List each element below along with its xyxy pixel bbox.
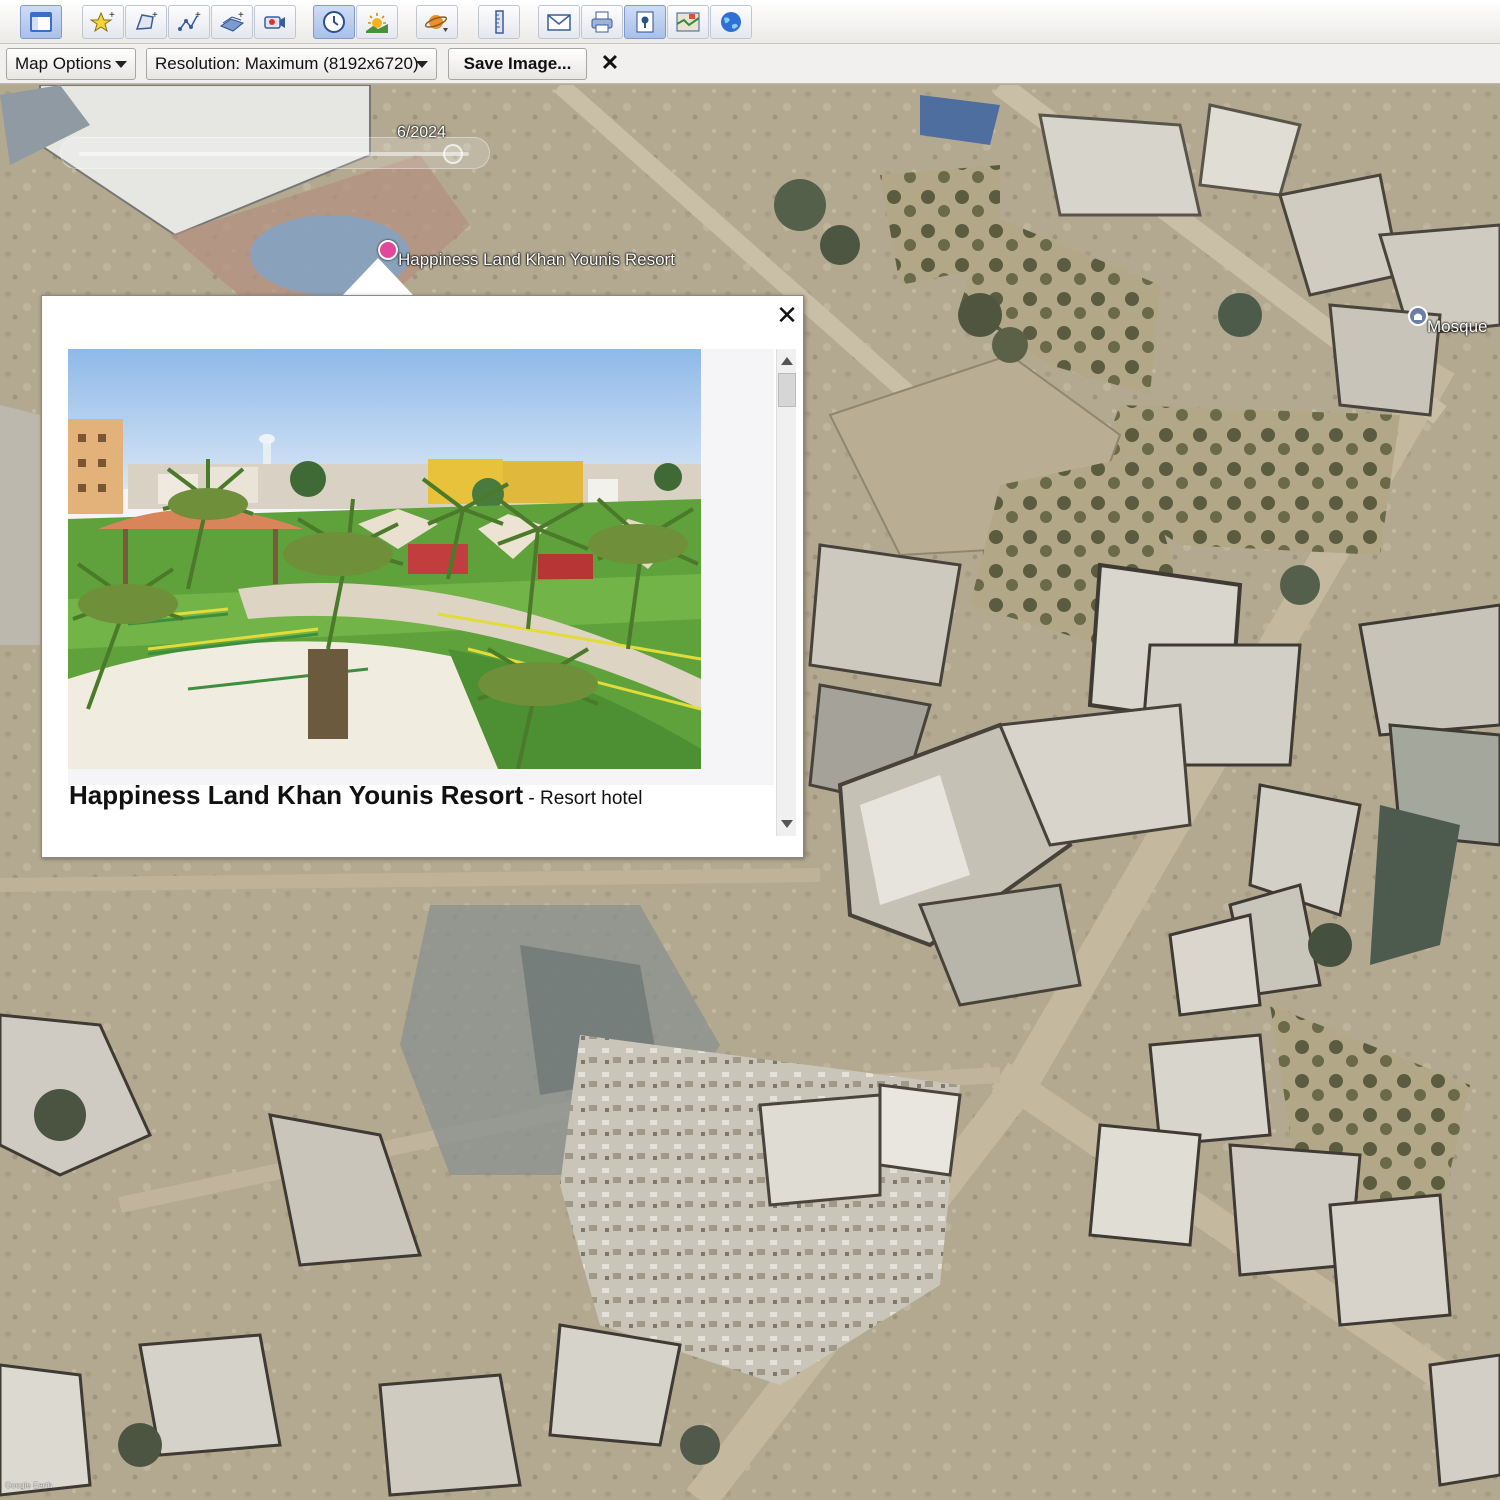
resolution-label: Resolution: Maximum (8192x6720)	[155, 54, 419, 73]
resort-photo-image	[68, 349, 701, 769]
place-photo[interactable]	[68, 349, 701, 769]
resolution-dropdown[interactable]: Resolution: Maximum (8192x6720)	[146, 48, 437, 80]
planet-icon	[424, 15, 448, 32]
add-polygon-button[interactable]: +	[125, 5, 167, 39]
add-image-overlay-button[interactable]: +	[211, 5, 253, 39]
scroll-up-icon[interactable]	[781, 357, 793, 365]
record-tour-button[interactable]	[254, 5, 296, 39]
placemark-icon: +	[90, 10, 115, 33]
print-button[interactable]	[581, 5, 623, 39]
time-slider-date: 6/2024	[397, 124, 446, 141]
main-toolbar: + + + +	[0, 0, 1500, 44]
mosque-icon[interactable]	[1408, 306, 1428, 326]
placemark-label[interactable]: Happiness Land Khan Younis Resort	[398, 250, 675, 270]
svg-text:+: +	[238, 10, 244, 21]
place-title: Happiness Land Khan Younis Resort - Reso…	[69, 780, 642, 811]
map-options-label: Map Options	[15, 54, 112, 73]
globe-icon	[721, 12, 741, 32]
email-icon	[547, 14, 571, 31]
save-image-button[interactable]: Save Image...	[448, 48, 587, 80]
save-image-icon	[636, 11, 654, 33]
sun-icon	[366, 13, 388, 33]
path-icon: +	[178, 10, 201, 31]
svg-text:+: +	[195, 10, 201, 21]
map-copyright: Google Earth	[5, 1481, 53, 1490]
scrollbar-thumb[interactable]	[778, 373, 796, 407]
balloon-pointer	[342, 258, 414, 296]
add-placemark-button[interactable]: +	[82, 5, 124, 39]
balloon-content	[68, 349, 774, 785]
print-icon	[591, 11, 613, 33]
record-tour-icon	[264, 16, 285, 29]
close-icon[interactable]: ✕	[775, 302, 799, 328]
ruler-icon	[495, 10, 504, 34]
svg-text:+: +	[152, 10, 158, 21]
sidebar-toggle-button[interactable]	[20, 5, 62, 39]
sunlight-button[interactable]	[356, 5, 398, 39]
map-options-dropdown[interactable]: Map Options	[6, 48, 136, 80]
place-name: Happiness Land Khan Younis Resort	[69, 780, 524, 810]
chevron-down-icon	[115, 61, 127, 68]
historical-imagery-button[interactable]	[313, 5, 355, 39]
switch-planet-button[interactable]	[416, 5, 458, 39]
ruler-button[interactable]	[478, 5, 520, 39]
scroll-down-icon[interactable]	[781, 820, 793, 828]
earth-community-button[interactable]	[710, 5, 752, 39]
save-image-options-bar: Map Options Resolution: Maximum (8192x67…	[0, 44, 1500, 84]
balloon-scrollbar[interactable]	[776, 349, 796, 836]
clock-icon	[323, 11, 345, 33]
image-overlay-icon: +	[219, 10, 245, 32]
place-separator: -	[523, 788, 541, 809]
place-info-balloon: ✕ Happiness Land Khan Younis Resort - Re…	[41, 295, 804, 858]
place-type: Resort hotel	[540, 788, 643, 809]
email-button[interactable]	[538, 5, 580, 39]
maps-icon	[676, 12, 700, 32]
time-slider-thumb[interactable]	[443, 144, 463, 164]
close-options-icon[interactable]: ✕	[598, 50, 622, 76]
polygon-icon: +	[135, 10, 158, 30]
mosque-label[interactable]: Mosque	[1427, 317, 1487, 337]
svg-text:+: +	[109, 10, 115, 21]
sidebar-icon	[30, 12, 52, 32]
add-path-button[interactable]: +	[168, 5, 210, 39]
view-in-maps-button[interactable]	[667, 5, 709, 39]
placemark-pin-icon[interactable]	[378, 240, 398, 260]
time-slider-track	[79, 152, 469, 156]
chevron-down-icon	[416, 61, 428, 68]
save-image-toolbar-button[interactable]	[624, 5, 666, 39]
